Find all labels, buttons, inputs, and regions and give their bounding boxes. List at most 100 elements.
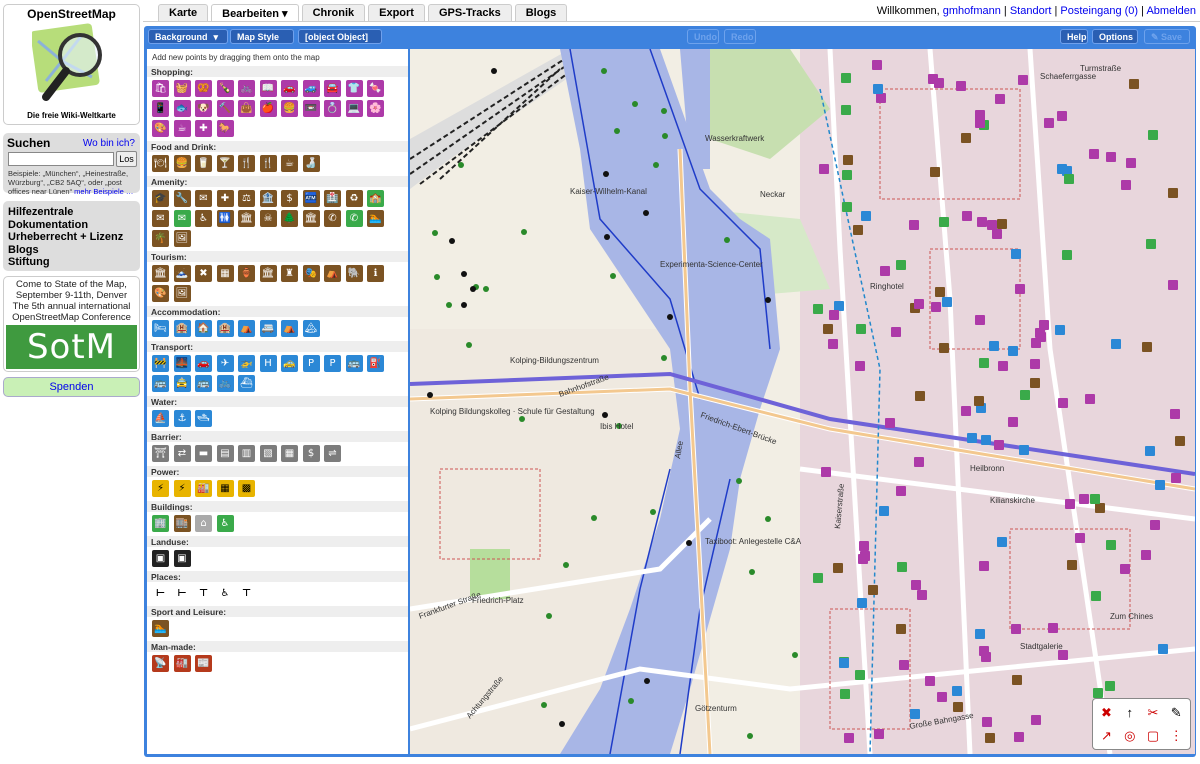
poi-marker[interactable] [868,585,878,595]
node-point[interactable] [601,68,607,74]
node-point[interactable] [559,721,565,727]
search-input[interactable] [8,152,114,166]
palette-point-icon[interactable]: 🥨 [195,80,212,97]
node-point[interactable] [446,302,452,308]
poi-marker[interactable] [829,310,839,320]
palette-point-icon[interactable]: 🏦 [259,190,277,207]
palette-point-icon[interactable]: ⛽ [367,355,384,372]
map-canvas[interactable]: Kaiser-Wilhelm-Kanal Wasserkraftwerk Necka… [410,49,1195,754]
node-point[interactable] [610,273,616,279]
poi-marker[interactable] [1020,390,1030,400]
palette-point-icon[interactable]: 🐟 [173,100,191,117]
poi-marker[interactable] [942,297,952,307]
poi-marker[interactable] [925,676,935,686]
poi-marker[interactable] [1015,284,1025,294]
palette-point-icon[interactable]: ⚡ [173,480,191,497]
diagonal-arrow-icon[interactable]: ↗ [1096,725,1117,746]
node-point[interactable] [686,540,692,546]
poi-marker[interactable] [1031,715,1041,725]
palette-point-icon[interactable]: 📰 [195,655,212,672]
poi-marker[interactable] [979,561,989,571]
tab-edit[interactable]: Bearbeiten ▾ [211,4,299,21]
palette-point-icon[interactable]: 🍽 [152,155,169,172]
palette-point-icon[interactable]: ✉ [173,210,191,227]
logout-link[interactable]: Abmelden [1146,5,1196,17]
poi-marker[interactable] [995,94,1005,104]
link-copyright[interactable]: Urheberrecht + Lizenz [8,231,135,244]
poi-marker[interactable] [1146,239,1156,249]
palette-point-icon[interactable]: 🚻 [216,210,234,227]
palette-point-icon[interactable]: 🌲 [281,210,298,227]
poi-marker[interactable] [1062,250,1072,260]
poi-marker[interactable] [981,435,991,445]
palette-point-icon[interactable]: ▦ [216,480,234,497]
palette-point-icon[interactable]: 🛏 [152,320,169,337]
palette-point-icon[interactable]: 📡 [152,655,169,672]
palette-point-icon[interactable]: ☕ [173,120,191,137]
poi-marker[interactable] [935,287,945,297]
palette-point-icon[interactable]: ▣ [152,550,169,567]
poi-marker[interactable] [813,304,823,314]
link-documentation[interactable]: Dokumentation [8,219,135,232]
poi-marker[interactable] [1075,533,1085,543]
palette-point-icon[interactable]: ℹ [367,265,384,282]
palette-point-icon[interactable]: 🌉 [173,355,191,372]
palette-point-icon[interactable]: 🏛 [259,265,277,282]
palette-point-icon[interactable]: 🚲 [216,375,234,392]
poi-marker[interactable] [961,406,971,416]
palette-point-icon[interactable]: ☕ [281,155,298,172]
palette-point-icon[interactable]: ⛺ [238,320,255,337]
palette-point-icon[interactable]: 🎨 [152,120,169,137]
palette-point-icon[interactable]: ⇄ [173,445,191,462]
poi-marker[interactable] [857,598,867,608]
palette-point-icon[interactable]: 🖼 [173,285,191,302]
palette-point-icon[interactable]: 🧺 [173,80,191,97]
poi-marker[interactable] [974,396,984,406]
node-point[interactable] [519,416,525,422]
location-link[interactable]: Standort [1010,5,1052,17]
node-point[interactable] [644,678,650,684]
poi-marker[interactable] [880,266,890,276]
palette-point-icon[interactable]: 🌸 [367,100,384,117]
poi-marker[interactable] [1091,591,1101,601]
palette-point-icon[interactable]: 📖 [259,80,277,97]
poi-marker[interactable] [1057,164,1067,174]
more-examples-link[interactable]: mehr Beispiele … [74,187,133,196]
palette-point-icon[interactable]: 🏊 [152,620,169,637]
poi-marker[interactable] [1089,149,1099,159]
poi-marker[interactable] [885,418,895,428]
poi-marker[interactable] [1058,650,1068,660]
poi-marker[interactable] [1168,188,1178,198]
logo-title[interactable]: OpenStreetMap [4,7,139,21]
poi-marker[interactable] [899,660,909,670]
palette-point-icon[interactable]: 🚖 [173,375,191,392]
palette-point-icon[interactable]: 🥛 [195,155,212,172]
node-point[interactable] [470,286,476,292]
poi-marker[interactable] [891,327,901,337]
palette-point-icon[interactable]: 🔧 [173,190,191,207]
palette-point-icon[interactable]: 🐶 [195,100,212,117]
palette-point-icon[interactable]: 🏨 [216,320,234,337]
poi-marker[interactable] [1085,394,1095,404]
palette-point-icon[interactable]: 🌴 [152,230,169,247]
poi-marker[interactable] [997,537,1007,547]
palette-point-icon[interactable]: ⛴ [238,375,255,392]
poi-marker[interactable] [985,733,995,743]
palette-point-icon[interactable]: 🍬 [367,80,384,97]
node-point[interactable] [632,101,638,107]
palette-point-icon[interactable]: 🚘 [324,80,341,97]
poi-marker[interactable] [994,440,1004,450]
node-point[interactable] [466,342,472,348]
palette-point-icon[interactable]: 🍔 [281,100,298,117]
node-point[interactable] [765,516,771,522]
node-point[interactable] [792,652,798,658]
palette-point-icon[interactable]: 🍶 [302,155,320,172]
search-button[interactable]: Los [116,151,137,167]
sotm-banner[interactable]: Come to State of the Map, September 9-11… [3,276,140,372]
palette-point-icon[interactable]: ♿ [216,515,234,532]
poi-marker[interactable] [896,486,906,496]
poi-marker[interactable] [982,717,992,727]
poi-marker[interactable] [967,433,977,443]
palette-point-icon[interactable]: 🏔 [302,320,320,337]
palette-point-icon[interactable]: ♻ [345,190,363,207]
